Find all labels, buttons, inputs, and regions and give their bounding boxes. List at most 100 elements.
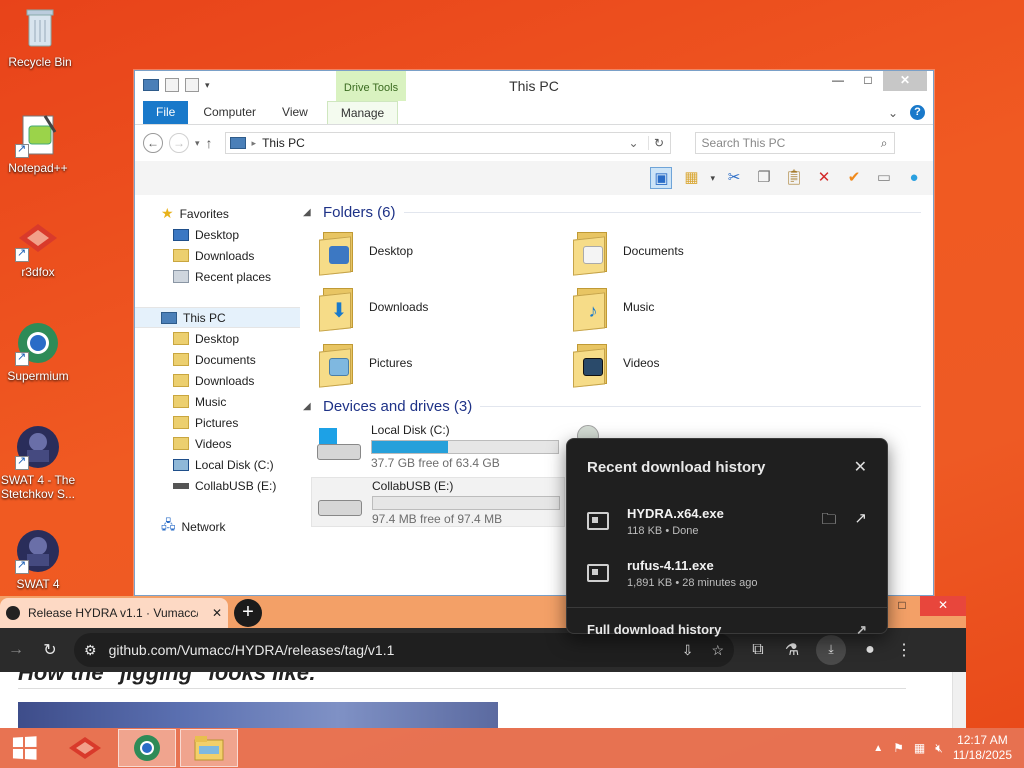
desktop-icon-r3dfox[interactable]: r3dfox	[0, 216, 76, 279]
taskbar-r3dfox[interactable]	[56, 729, 114, 767]
clock[interactable]: 12:17 AM 11/18/2025	[953, 733, 1012, 763]
drive-name: Local Disk (C:)	[371, 422, 450, 437]
nav-pc-desktop[interactable]: Desktop	[135, 328, 300, 349]
recent-locations-icon[interactable]: ▾	[195, 138, 200, 149]
view-options-icon[interactable]: ▦	[680, 167, 702, 189]
search-input[interactable]: Search This PC ⌕	[694, 132, 895, 154]
maximize-button[interactable]: □	[853, 71, 883, 91]
nav-pc-videos[interactable]: Videos	[135, 433, 300, 454]
desktop-icon-notepadpp[interactable]: Notepad++	[0, 112, 76, 175]
nav-network[interactable]: 🖧︎ Network	[135, 516, 300, 537]
download-item[interactable]: HYDRA.x64.exe 118 KB • Done 🗀︎ ↗	[567, 495, 887, 547]
nav-favorites[interactable]: ★ Favorites	[135, 203, 300, 224]
full-download-history-link[interactable]: Full download history ↗	[567, 607, 887, 651]
drive-collabusb-e[interactable]: CollabUSB (E:) 97.4 MB free of 97.4 MB	[311, 477, 565, 527]
help-icon[interactable]: ?	[910, 105, 925, 120]
nav-pc-music[interactable]: Music	[135, 391, 300, 412]
forward-icon[interactable]: →	[6, 641, 26, 659]
paste-icon[interactable]: 📋︎	[783, 167, 805, 189]
browser-close-button[interactable]: ✕	[920, 596, 966, 616]
drive-local-disk-c[interactable]: Local Disk (C:) 37.7 GB free of 63.4 GB	[311, 421, 565, 471]
taskbar-supermium[interactable]	[118, 729, 176, 767]
network-icon[interactable]: ▦	[914, 741, 925, 755]
properties-icon[interactable]: ▭	[873, 167, 895, 189]
nav-pc-documents[interactable]: Documents	[135, 349, 300, 370]
back-button[interactable]: ←	[143, 133, 163, 153]
group-header-drives[interactable]: ◢ Devices and drives (3)	[303, 393, 933, 419]
close-button[interactable]: ✕	[883, 71, 927, 91]
drive-usage-fill	[372, 440, 449, 453]
chat-icon[interactable]: ●	[903, 167, 925, 189]
nav-pc-collabusb[interactable]: CollabUSB (E:)	[135, 475, 300, 496]
popup-header: Recent download history ✕	[567, 439, 887, 495]
tab-file[interactable]: File	[143, 101, 189, 124]
shortcut-arrow-icon	[15, 246, 29, 262]
preview-pane-icon[interactable]: ▣	[650, 167, 673, 189]
folder-music[interactable]: ♪ Music	[573, 281, 827, 333]
close-icon[interactable]: ✕	[854, 457, 867, 477]
nav-this-pc[interactable]: This PC	[135, 307, 300, 328]
view-dropdown-icon[interactable]: ▾	[710, 173, 715, 184]
drive-usage-bar	[372, 495, 560, 510]
page-scrollbar[interactable]	[952, 672, 966, 728]
rename-icon[interactable]: ✔	[843, 167, 865, 189]
nav-pc-pictures[interactable]: Pictures	[135, 412, 300, 433]
nav-fav-desktop[interactable]: Desktop	[135, 224, 300, 245]
folder-desktop[interactable]: Desktop	[319, 225, 573, 277]
expand-ribbon-icon[interactable]: ⌄	[888, 106, 898, 120]
desktop-icon-swat4-stetchkov[interactable]: SWAT 4 - The Stetchkov S...	[0, 424, 76, 501]
volume-muted-icon[interactable]: 🔇︎	[935, 741, 943, 756]
refresh-button[interactable]: ↻	[647, 136, 670, 150]
folders-grid: Desktop Documents ⬇ Downloads ♪ Music Pi…	[303, 225, 933, 389]
open-file-icon[interactable]: ↗	[854, 509, 867, 534]
address-dropdown-icon[interactable]: ⌄	[626, 136, 642, 150]
breadcrumb-this-pc[interactable]: This PC	[262, 136, 305, 150]
copy-icon[interactable]: ❐	[753, 167, 775, 189]
file-icon	[587, 564, 609, 582]
browser-tab[interactable]: Release HYDRA v1.1 · Vumacc/H ✕	[0, 598, 228, 628]
desktop-icon-supermium[interactable]: Supermium	[0, 320, 76, 383]
nav-label: Recent places	[195, 269, 272, 284]
reload-icon[interactable]: ↻	[40, 640, 60, 660]
delete-icon[interactable]: ✕	[813, 167, 835, 189]
folder-downloads[interactable]: ⬇ Downloads	[319, 281, 573, 333]
start-button[interactable]	[0, 728, 48, 768]
address-bar[interactable]: ▸ This PC ⌄ ↻	[224, 132, 671, 154]
cut-icon[interactable]: ✂	[723, 167, 745, 189]
browser-maximize-button[interactable]: □	[884, 596, 920, 616]
tab-view[interactable]: View	[269, 101, 321, 124]
download-item[interactable]: rufus-4.11.exe 1,891 KB • 28 minutes ago	[567, 547, 887, 599]
folder-pictures[interactable]: Pictures	[319, 337, 573, 389]
close-tab-icon[interactable]: ✕	[212, 606, 222, 620]
window-title: This PC	[509, 78, 559, 94]
nav-fav-recent-places[interactable]: Recent places	[135, 266, 300, 287]
folder-videos[interactable]: Videos	[573, 337, 827, 389]
tab-computer[interactable]: Computer	[190, 101, 269, 124]
folder-documents[interactable]: Documents	[573, 225, 827, 277]
swat4-icon	[15, 424, 61, 470]
external-link-icon: ↗	[856, 621, 867, 637]
minimize-button[interactable]: —	[823, 71, 853, 91]
new-tab-button[interactable]: +	[234, 599, 262, 627]
forward-button[interactable]: →	[169, 133, 189, 153]
desktop-icon-label: Supermium	[7, 369, 69, 383]
shortcut-arrow-icon	[15, 558, 29, 574]
desktop-icon-recycle-bin[interactable]: Recycle Bin	[2, 6, 78, 69]
nav-label: This PC	[183, 310, 226, 325]
group-header-folders[interactable]: ◢ Folders (6)	[303, 199, 933, 225]
notepadpp-icon	[15, 112, 61, 158]
menu-icon[interactable]: ⋮	[894, 640, 914, 660]
taskbar-file-explorer[interactable]	[180, 729, 238, 767]
site-info-icon[interactable]: ⚙	[84, 642, 97, 659]
up-button[interactable]: ↑	[206, 135, 213, 151]
folder-icon	[173, 395, 189, 408]
desktop-icon-swat4[interactable]: SWAT 4	[0, 528, 76, 591]
show-in-folder-icon[interactable]: 🗀︎	[821, 509, 836, 534]
tab-manage[interactable]: Manage	[326, 101, 399, 124]
nav-pc-downloads[interactable]: Downloads	[135, 370, 300, 391]
clock-time: 12:17 AM	[957, 733, 1008, 747]
show-hidden-icons-icon[interactable]: ▲	[873, 743, 883, 754]
action-center-flag-icon[interactable]: ⚑	[893, 741, 904, 755]
nav-pc-local-disk[interactable]: Local Disk (C:)	[135, 454, 300, 475]
nav-fav-downloads[interactable]: Downloads	[135, 245, 300, 266]
